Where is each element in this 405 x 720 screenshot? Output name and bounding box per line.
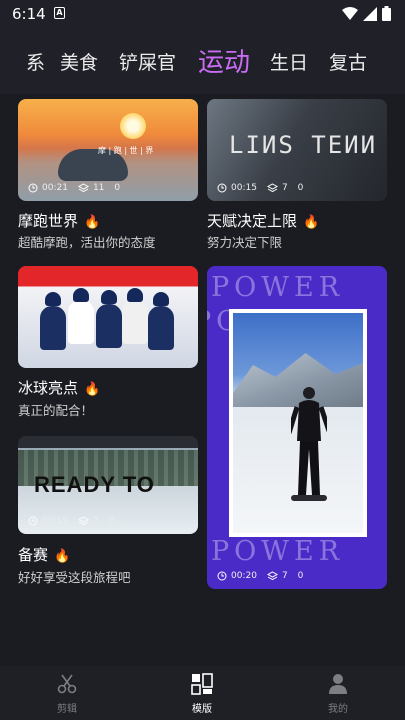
template-count: 0 [297,571,304,581]
template-thumbnail-hockey[interactable] [18,266,198,368]
template-thumbnail-power[interactable]: POWER POWER POWER 00:20 7 0 [207,266,387,589]
template-count: 0 [297,183,304,193]
tab-0[interactable]: 系 [26,48,45,75]
template-subtitle: 好好享受这段旅程吧 [18,570,131,585]
tab-birthday[interactable]: 生日 [270,48,308,75]
template-meta: 00:19 7 0 [28,516,120,526]
template-thumbnail-talent[interactable]: LIИS TEИИ 00:15 7 0 [207,99,387,201]
template-thumbnail-ready[interactable]: READY TO 00:19 7 0 [18,436,198,534]
nav-profile[interactable]: 我的 [308,672,368,715]
scissors-icon [57,674,77,694]
template-title[interactable]: 备赛 🔥 [18,544,70,565]
tab-retro[interactable]: 复古 [329,48,367,75]
template-subtitle: 努力决定下限 [207,235,283,250]
template-layers: 7 [281,183,288,193]
template-thumbnail-moto[interactable]: 摩 | 跑 | 世 | 界 00:21 11 0 [18,99,198,201]
power-text: POWER [211,536,345,567]
template-title[interactable]: 摩跑世界 🔥 [18,210,100,231]
thumbnail-caption: 摩 | 跑 | 世 | 界 [98,146,154,155]
sun-graphic [120,113,146,139]
layers-icon [266,571,278,581]
nav-template[interactable]: 模版 [172,672,232,715]
nav-edit[interactable]: 剪辑 [37,672,97,715]
nav-template-label: 模版 [192,704,212,715]
template-subtitle: 真正的配合！ [18,403,94,418]
template-title[interactable]: 天赋决定上限 🔥 [207,210,319,231]
clock-icon [28,516,38,526]
signal-icon [363,6,377,21]
template-title-text: 摩跑世界 [18,212,79,230]
fire-icon: 🔥 [84,382,101,397]
template-duration: 00:15 [231,183,257,193]
template-count: 0 [108,516,115,526]
template-title[interactable]: 冰球亮点 🔥 [18,377,100,398]
template-grid: 摩 | 跑 | 世 | 界 00:21 11 0 摩跑世界 🔥 超酷摩跑，活出你的… [0,94,405,602]
template-meta: 00:21 11 0 [28,183,126,193]
template-meta: 00:15 7 0 [217,183,309,193]
fire-icon: 🔥 [54,549,71,564]
template-count: 0 [114,183,121,193]
template-duration: 00:21 [42,183,68,193]
status-time: 6:14 [12,5,46,23]
template-duration: 00:19 [42,516,68,526]
template-title-text: 天赋决定上限 [207,212,298,230]
template-subtitle: 超酷摩跑，活出你的态度 [18,235,156,250]
clock-icon [217,571,227,581]
status-bar: 6:14 A [0,0,405,28]
thumbnail-caption: LIИS TEИИ [229,131,378,159]
template-icon [191,673,213,695]
clock-icon [28,183,38,193]
snowboarder-graphic [291,387,327,501]
nav-profile-label: 我的 [328,704,348,715]
tab-pets[interactable]: 铲屎官 [119,48,176,75]
template-title-text: 冰球亮点 [18,379,79,397]
template-layers: 7 [92,516,99,526]
tab-sports[interactable]: 运动 [198,42,250,79]
template-duration: 00:20 [231,571,257,581]
clock-icon [217,183,227,193]
layers-icon [77,516,89,526]
notification-a-icon: A [54,7,65,19]
template-layers: 7 [281,571,288,581]
thumbnail-caption: READY TO [34,472,155,497]
fire-icon: 🔥 [303,215,320,230]
fire-icon: 🔥 [84,215,101,230]
snowboarder-photo [229,309,367,537]
bottom-nav: 剪辑 模版 我的 [0,666,405,720]
power-text: POWER [211,272,345,303]
status-icons [342,6,391,21]
wifi-icon [342,7,358,20]
category-tabs: 系 美食 铲屎官 运动 生日 复古 [0,28,405,94]
profile-icon [329,674,347,694]
template-layers: 11 [92,183,105,193]
layers-icon [77,183,89,193]
battery-icon [382,6,391,21]
tab-food[interactable]: 美食 [60,48,98,75]
template-meta: 00:20 7 0 [217,571,309,581]
nav-edit-label: 剪辑 [57,704,77,715]
template-title-text: 备赛 [18,546,49,564]
layers-icon [266,183,278,193]
